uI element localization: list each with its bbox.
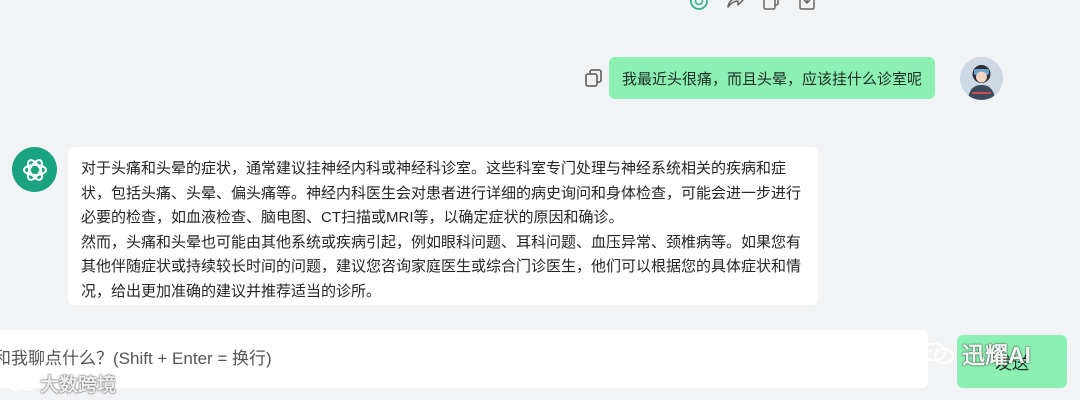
user-avatar-image [960,57,1003,100]
message-toolbar [688,0,818,10]
user-avatar[interactable] [960,57,1003,100]
share-icon[interactable] [724,0,746,10]
copy-message-button[interactable] [584,68,604,88]
user-message-row: 我最近头很痛，而且头晕，应该挂什么诊室呢 [0,56,1080,102]
assistant-paragraph: 然而，头痛和头晕也可能由其他系统或疾病引起，例如眼科问题、耳科问题、血压异常、颈… [81,233,802,300]
assistant-paragraph: 对于头痛和头晕的症状，通常建议挂神经内科或神经科诊室。这些科室专门处理与神经系统… [81,160,802,226]
download-icon[interactable] [796,0,818,10]
user-message-text: 我最近头很痛，而且头晕，应该挂什么诊室呢 [622,70,923,88]
assistant-avatar [12,147,57,192]
chat-input-container [0,330,928,388]
copy-icon [585,69,602,87]
assistant-message-bubble: 对于头痛和头晕的症状，通常建议挂神经内科或神经科诊室。这些科室专门处理与神经系统… [68,147,818,305]
chat-input[interactable] [0,330,922,388]
openai-logo-icon [22,158,47,181]
send-button[interactable]: 发送 [957,335,1067,388]
copy-icon[interactable] [760,0,782,10]
user-message-bubble: 我最近头很痛，而且头晕，应该挂什么诊室呢 [609,57,936,99]
openai-icon[interactable] [688,0,710,10]
chat-window: 我最近头很痛，而且头晕，应该挂什么诊室呢 对于头痛和头晕的症状，通常建议挂神经内… [0,0,1080,400]
